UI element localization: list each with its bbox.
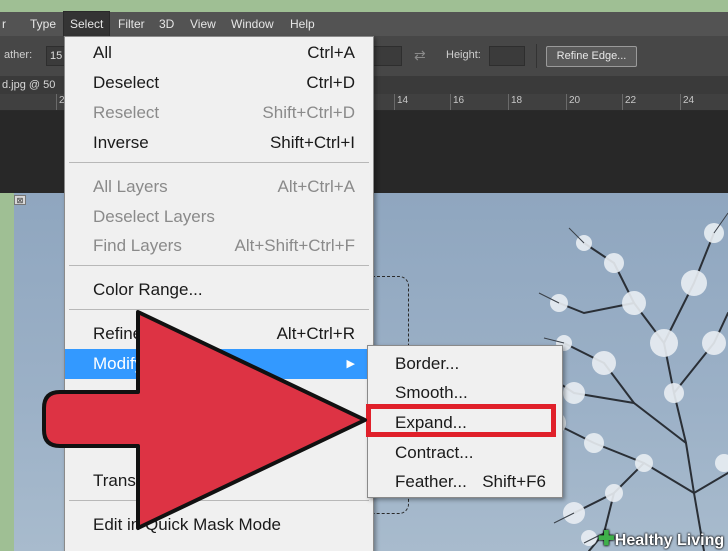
plus-icon: ✚ bbox=[598, 528, 615, 550]
watermark: ✚Healthy Living bbox=[598, 528, 724, 550]
screenshot-frame: r Type Select Filter 3D View Window Help… bbox=[0, 0, 728, 551]
watermark-text: Healthy Living bbox=[614, 532, 725, 549]
red-arrow-annotation bbox=[42, 310, 367, 530]
